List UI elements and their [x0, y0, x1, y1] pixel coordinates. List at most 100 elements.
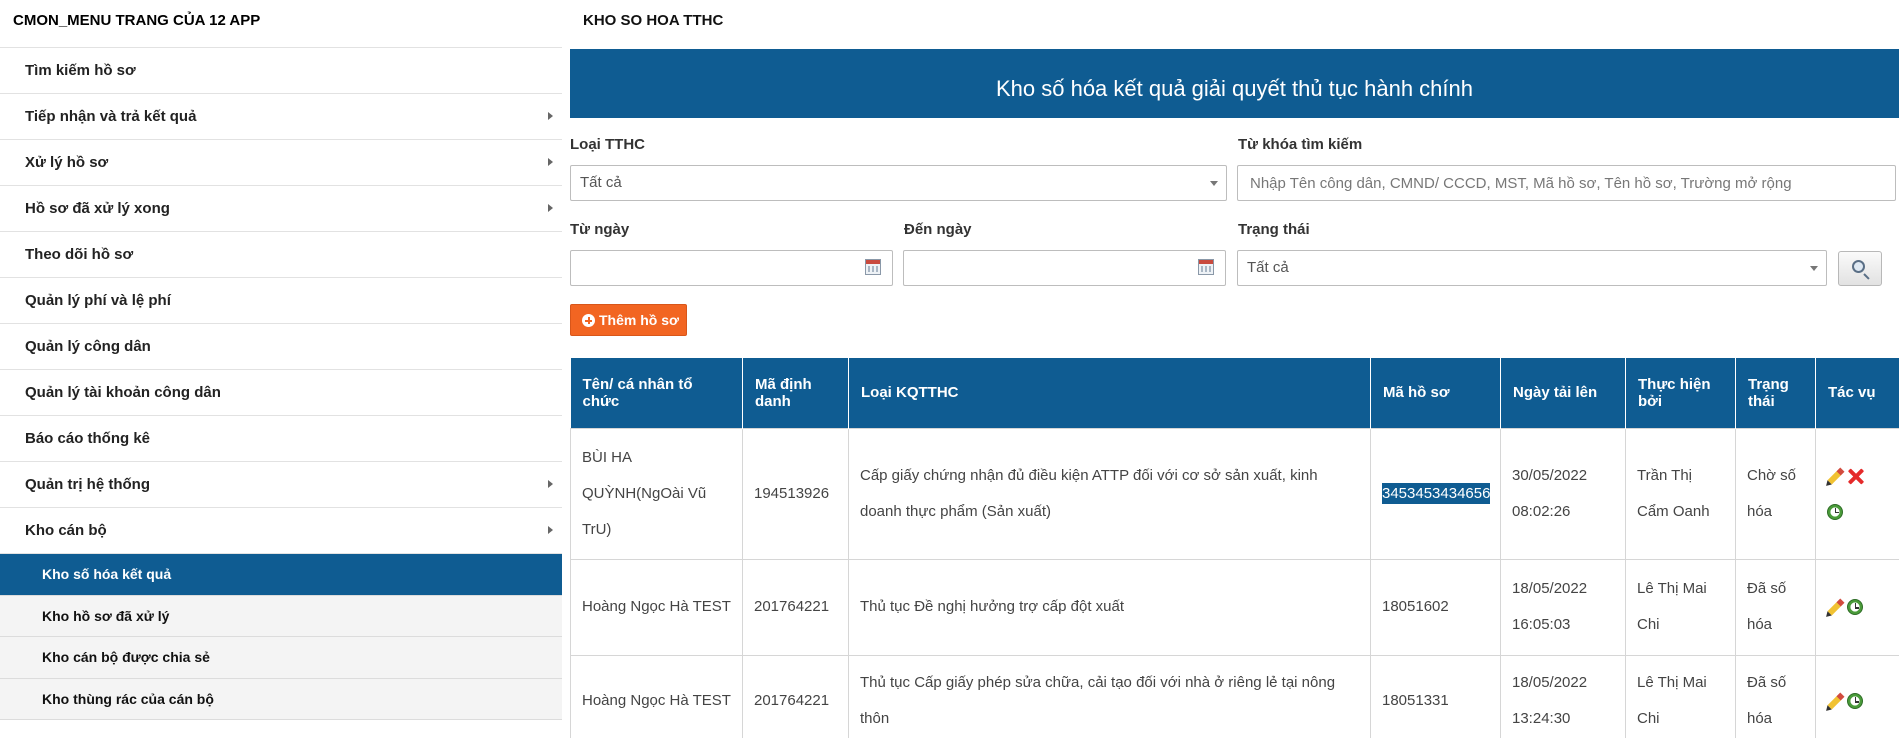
sidebar-item-quan-ly-tai-khoan[interactable]: Quản lý tài khoản công dân	[0, 370, 562, 416]
cell-actions	[1815, 427, 1899, 560]
cell-status: Chờ số hóa	[1735, 427, 1816, 560]
sidebar-title: CMON_MENU TRANG CỦA 12 APP	[0, 0, 562, 48]
cell-type: Thủ tục Đề nghị hưởng trợ cấp đột xuất	[848, 558, 1371, 656]
chevron-down-icon	[1210, 181, 1218, 186]
keyword-label: Từ khóa tìm kiếm	[1238, 136, 1363, 153]
sidebar-item-label: Kho cán bộ	[25, 522, 107, 539]
cell-id: 201764221	[742, 654, 849, 738]
to-date-field	[903, 250, 1226, 286]
sidebar-item-label: Quản lý tài khoản công dân	[25, 384, 221, 401]
to-date-label: Đến ngày	[904, 221, 972, 238]
submenu-item-kho-thung-rac[interactable]: Kho thùng rác của cán bộ	[0, 678, 562, 720]
history-icon[interactable]	[1847, 693, 1863, 710]
search-icon	[1852, 260, 1865, 273]
cell-type: Thủ tục Cấp giấy phép sửa chữa, cải tạo …	[848, 654, 1371, 738]
plus-circle-icon	[582, 314, 595, 327]
chevron-right-icon	[548, 526, 553, 534]
sidebar-item-label: Xử lý hồ sơ	[25, 154, 109, 171]
sidebar-item-label: Theo dõi hồ sơ	[25, 246, 134, 263]
history-icon[interactable]	[1847, 599, 1863, 616]
chevron-right-icon	[548, 480, 553, 488]
history-icon[interactable]	[1827, 503, 1843, 520]
chevron-down-icon	[1810, 266, 1818, 271]
cell-by: Trần Thị Cẩm Oanh	[1625, 427, 1736, 560]
sidebar-item-label: Hồ sơ đã xử lý xong	[25, 200, 170, 217]
calendar-icon[interactable]	[865, 259, 881, 275]
edit-icon[interactable]	[1827, 598, 1845, 616]
upload-date: 18/05/2022	[1512, 674, 1588, 691]
table-row[interactable]: BÙI HA QUỲNH(NgOài Vũ TrU) 194513926 Cấp…	[570, 427, 1899, 560]
column-header[interactable]: Trạng thái	[1735, 358, 1816, 428]
edit-icon[interactable]	[1827, 692, 1845, 710]
add-record-button[interactable]: Thêm hồ sơ	[570, 304, 687, 336]
to-date-input[interactable]	[903, 250, 1226, 286]
keyword-search-input[interactable]	[1237, 165, 1896, 201]
sidebar-item-theo-doi-ho-so[interactable]: Theo dõi hồ sơ	[0, 232, 562, 278]
column-header[interactable]: Ngày tải lên	[1500, 358, 1626, 428]
table-row[interactable]: Hoàng Ngọc Hà TEST 201764221 Thủ tục Đề …	[570, 558, 1899, 656]
sidebar-item-label: Quản trị hệ thống	[25, 476, 150, 493]
cell-status: Đã số hóa	[1735, 654, 1816, 738]
status-value: Tất cả	[1247, 259, 1289, 276]
column-header[interactable]: Thực hiện bởi	[1625, 358, 1736, 428]
cell-actions	[1815, 558, 1899, 656]
sidebar-item-quan-ly-cong-dan[interactable]: Quản lý công dân	[0, 324, 562, 370]
cell-name: Hoàng Ngọc Hà TEST	[570, 654, 743, 738]
sidebar-item-tim-kiem-ho-so[interactable]: Tìm kiếm hồ sơ	[0, 48, 562, 94]
upload-time: 08:02:26	[1512, 502, 1571, 520]
submenu-item-kho-so-hoa-ket-qua[interactable]: Kho số hóa kết quả	[0, 554, 562, 596]
table-header-row: Tên/ cá nhân tổ chức Mã định danh Loại K…	[570, 358, 1899, 428]
submenu-item-kho-can-bo-duoc-chia-se[interactable]: Kho cán bộ được chia sẻ	[0, 637, 562, 679]
sidebar-item-kho-can-bo[interactable]: Kho cán bộ	[0, 508, 562, 554]
cell-name: BÙI HA QUỲNH(NgOài Vũ TrU)	[570, 427, 743, 560]
cell-date: 18/05/2022 16:05:03	[1500, 558, 1626, 656]
status-label: Trạng thái	[1238, 221, 1310, 238]
submenu-item-kho-ho-so-da-xu-ly[interactable]: Kho hồ sơ đã xử lý	[0, 595, 562, 637]
upload-time: 13:24:30	[1512, 710, 1571, 727]
from-date-field	[570, 250, 893, 286]
cell-name: Hoàng Ngọc Hà TEST	[570, 558, 743, 656]
upload-date: 18/05/2022	[1512, 580, 1588, 597]
cell-date: 30/05/2022 08:02:26	[1500, 427, 1626, 560]
sidebar-item-label: Báo cáo thống kê	[25, 430, 151, 447]
cell-actions	[1815, 654, 1899, 738]
sidebar-item-xu-ly-ho-so[interactable]: Xử lý hồ sơ	[0, 140, 562, 186]
cell-status: Đã số hóa	[1735, 558, 1816, 656]
column-header[interactable]: Mã hồ sơ	[1370, 358, 1501, 428]
sidebar-item-quan-tri-he-thong[interactable]: Quản trị hệ thống	[0, 462, 562, 508]
calendar-icon[interactable]	[1198, 259, 1214, 275]
column-header[interactable]: Mã định danh	[742, 358, 849, 428]
chevron-right-icon	[548, 158, 553, 166]
chevron-right-icon	[548, 204, 553, 212]
cell-code: 18051331	[1370, 654, 1501, 738]
edit-icon[interactable]	[1827, 467, 1845, 485]
sidebar-item-quan-ly-phi[interactable]: Quản lý phí và lệ phí	[0, 278, 562, 324]
search-button[interactable]	[1838, 251, 1882, 286]
cell-id: 201764221	[742, 558, 849, 656]
cell-date: 18/05/2022 13:24:30	[1500, 654, 1626, 738]
cell-code: 3453453434656	[1370, 427, 1501, 560]
sidebar: CMON_MENU TRANG CỦA 12 APP Tìm kiếm hồ s…	[0, 0, 562, 738]
column-header[interactable]: Loại KQTTHC	[848, 358, 1371, 428]
sidebar-item-label: Quản lý công dân	[25, 338, 151, 355]
delete-icon[interactable]	[1847, 468, 1863, 484]
column-header[interactable]: Tên/ cá nhân tổ chức	[570, 358, 743, 428]
cell-id: 194513926	[742, 427, 849, 560]
page-title-banner: Kho số hóa kết quả giải quyết thủ tục hà…	[570, 49, 1899, 118]
sidebar-item-tiep-nhan[interactable]: Tiếp nhận và trả kết quả	[0, 94, 562, 140]
cell-by: Lê Thị Mai Chi	[1625, 654, 1736, 738]
sidebar-item-bao-cao-thong-ke[interactable]: Báo cáo thống kê	[0, 416, 562, 462]
upload-time: 16:05:03	[1512, 616, 1571, 633]
sidebar-item-ho-so-da-xu-ly-xong[interactable]: Hồ sơ đã xử lý xong	[0, 186, 562, 232]
main-content: KHO SO HOA TTHC Kho số hóa kết quả giải …	[570, 0, 1899, 738]
table-row[interactable]: Hoàng Ngọc Hà TEST 201764221 Thủ tục Cấp…	[570, 654, 1899, 738]
status-select[interactable]: Tất cả	[1237, 250, 1827, 286]
cell-by: Lê Thị Mai Chi	[1625, 558, 1736, 656]
selected-code-text[interactable]: 3453453434656	[1382, 482, 1491, 504]
from-date-input[interactable]	[570, 250, 893, 286]
from-date-label: Từ ngày	[570, 221, 630, 238]
loai-tthc-select[interactable]: Tất cả	[570, 165, 1227, 201]
sidebar-item-label: Tiếp nhận và trả kết quả	[25, 108, 197, 125]
cell-code: 18051602	[1370, 558, 1501, 656]
column-header[interactable]: Tác vụ	[1815, 358, 1899, 428]
